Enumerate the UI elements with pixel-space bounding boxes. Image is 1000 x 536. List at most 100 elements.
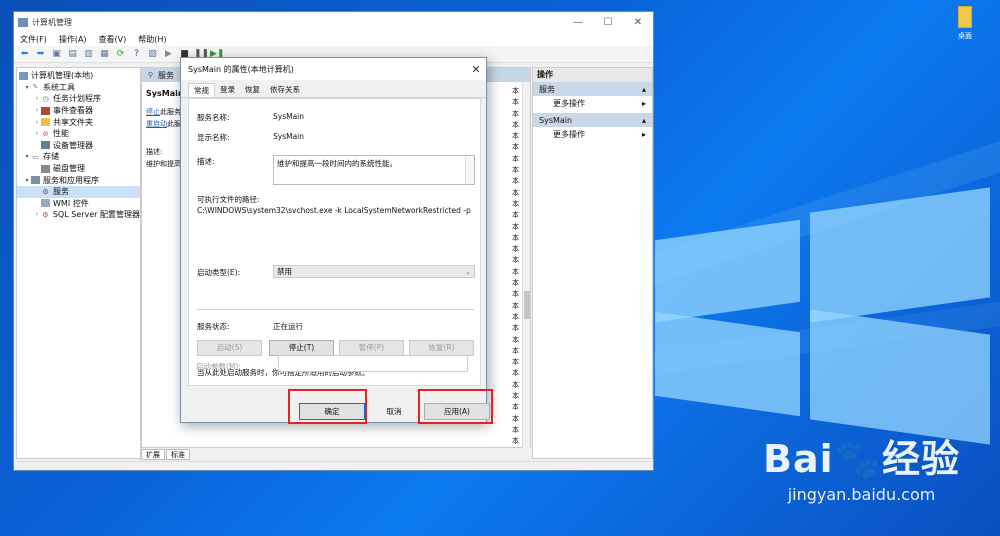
tree-item-storage[interactable]: ▾ ▭ 存储 (17, 151, 140, 163)
watermark-brand: Bai🐾经验 (763, 437, 960, 481)
menu-help[interactable]: 帮助(H) (138, 34, 166, 45)
chevron-down-icon[interactable]: ▾ (23, 84, 31, 91)
startup-type-cell: 本 (512, 188, 519, 197)
description-scrollbar[interactable] (465, 156, 474, 184)
tab-general[interactable]: 常规 (188, 83, 215, 97)
startup-type-cell: 本 (512, 120, 519, 129)
chevron-down-icon[interactable]: ▾ (23, 177, 31, 184)
tree-item-performance[interactable]: › ⊘ 性能 (17, 128, 140, 140)
scrollbar-thumb[interactable] (524, 291, 530, 319)
chevron-right-icon[interactable]: › (33, 130, 41, 137)
startup-type-cell: 本 (512, 143, 519, 152)
folder-icon (41, 118, 50, 127)
view-icon[interactable]: ▧ (146, 48, 159, 60)
more-actions-services[interactable]: 更多操作 ▸ (533, 96, 652, 110)
tab-logon[interactable]: 登录 (215, 83, 240, 97)
description-label: 描述: (197, 157, 215, 166)
start-params-input[interactable] (278, 355, 468, 372)
actions-title: 操作 (533, 68, 652, 82)
pause-button[interactable]: 暂停(P) (339, 340, 404, 356)
event-icon (41, 106, 50, 115)
tab-dependencies[interactable]: 依存关系 (265, 83, 305, 97)
tree-item-shared-folders[interactable]: › 共享文件夹 (17, 116, 140, 128)
export-list-icon[interactable]: ▦ (98, 48, 111, 60)
actions-section-sysmain[interactable]: SysMain ▴ (533, 113, 652, 127)
startup-type-cell: 本 (512, 346, 519, 355)
tree-item-services-and-applications[interactable]: ▾ 服务和应用程序 (17, 174, 140, 186)
startup-type-cell: 本 (512, 392, 519, 401)
chevron-down-icon[interactable]: ▾ (23, 153, 31, 160)
menu-file[interactable]: 文件(F) (20, 34, 47, 45)
tree-item-disk-management[interactable]: 磁盘管理 (17, 163, 140, 175)
refresh-icon[interactable]: ⟳ (114, 48, 127, 60)
description-textbox[interactable]: 维护和提高一段时间内的系统性能。 (273, 155, 475, 185)
play-icon[interactable]: ▶ (162, 48, 175, 60)
service-status-value: 正在运行 (273, 322, 303, 331)
chevron-right-icon[interactable]: › (33, 211, 41, 218)
more-actions-sysmain[interactable]: 更多操作 ▸ (533, 127, 652, 141)
close-button[interactable]: ✕ (623, 17, 653, 28)
stop-service-line: 停止此服务 (146, 108, 181, 116)
tree-item-sql-server[interactable]: › ⚙ SQL Server 配置管理器 (17, 209, 140, 221)
startup-type-cell: 本 (512, 414, 519, 423)
startup-type-cell: 本 (512, 245, 519, 254)
startup-type-cell: 本 (512, 312, 519, 321)
search-icon: ⚲ (147, 71, 154, 79)
menu-view[interactable]: 查看(V) (99, 34, 127, 45)
navigation-tree: 计算机管理(本地) ▾ ✎ 系统工具 › ◷ 任务计划程序 › 事件查看器 › … (16, 67, 141, 459)
device-icon (41, 141, 50, 150)
tree-item-services[interactable]: ⚙ 服务 (17, 185, 140, 198)
dialog-tabs: 常规 登录 恢复 依存关系 (181, 83, 486, 98)
dialog-close-icon[interactable]: ✕ (466, 63, 486, 76)
tree-item-device-manager[interactable]: 设备管理器 (17, 140, 140, 152)
startup-type-cell: 本 (512, 324, 519, 333)
tree-item-event-viewer[interactable]: › 事件查看器 (17, 105, 140, 117)
resume-button[interactable]: 恢复(R) (409, 340, 474, 356)
tree-item-wmi-control[interactable]: WMI 控件 (17, 198, 140, 210)
startup-type-column: 本本本本本本本本本本本本本本本本本本本本本本本本本本本本本本本本 (512, 86, 522, 448)
chevron-right-icon[interactable]: › (33, 107, 41, 114)
desktop-folder-icon[interactable]: 桌面 (948, 6, 982, 41)
chevron-down-icon: ⌄ (465, 268, 471, 276)
startup-type-cell: 本 (512, 177, 519, 186)
disk-icon (41, 164, 50, 173)
startup-type-cell: 本 (512, 380, 519, 389)
start-button[interactable]: 启动(S) (197, 340, 262, 356)
forward-arrow-icon[interactable]: ➡ (34, 48, 47, 60)
services-header-label: 服务 (158, 70, 174, 80)
services-apps-icon (31, 176, 40, 185)
vertical-scrollbar[interactable] (522, 82, 530, 448)
back-arrow-icon[interactable]: ⬅ (18, 48, 31, 60)
service-status-label: 服务状态: (197, 322, 230, 331)
tree-item-system-tools[interactable]: ▾ ✎ 系统工具 (17, 82, 140, 94)
show-hide-tree-icon[interactable]: ▤ (66, 48, 79, 60)
tree-item-task-scheduler[interactable]: › ◷ 任务计划程序 (17, 93, 140, 105)
help-icon[interactable]: ? (130, 48, 143, 60)
window-title: 计算机管理 (32, 17, 72, 27)
tab-standard[interactable]: 标准 (166, 449, 190, 460)
tab-extended[interactable]: 扩展 (141, 449, 165, 460)
highlight-ok-button (288, 389, 367, 424)
tab-recovery[interactable]: 恢复 (240, 83, 265, 97)
stop-button[interactable]: 停止(T) (269, 340, 334, 356)
display-name-label: 显示名称: (197, 133, 230, 142)
chevron-right-icon[interactable]: › (33, 95, 41, 102)
chevron-up-icon[interactable]: ▴ (642, 85, 646, 94)
startup-type-cell: 本 (512, 233, 519, 242)
tree-item-computer-management[interactable]: 计算机管理(本地) (17, 70, 140, 82)
menu-action[interactable]: 操作(A) (59, 34, 87, 45)
properties-icon[interactable]: ▥ (82, 48, 95, 60)
actions-section-services[interactable]: 服务 ▴ (533, 82, 652, 96)
up-folder-icon[interactable]: ▣ (50, 48, 63, 60)
sql-icon: ⚙ (42, 210, 49, 219)
startup-type-cell: 本 (512, 267, 519, 276)
startup-type-select[interactable]: 禁用 ⌄ (273, 265, 475, 278)
chevron-up-icon[interactable]: ▴ (642, 116, 646, 125)
minimize-button[interactable]: — (563, 17, 593, 28)
stop-service-link[interactable]: 停止 (146, 108, 160, 116)
performance-icon: ⊘ (42, 129, 49, 138)
chevron-right-icon[interactable]: › (33, 119, 41, 126)
maximize-button[interactable]: ☐ (593, 17, 623, 28)
tools-icon: ✎ (32, 83, 39, 92)
restart-service-link[interactable]: 重启动 (146, 120, 167, 128)
